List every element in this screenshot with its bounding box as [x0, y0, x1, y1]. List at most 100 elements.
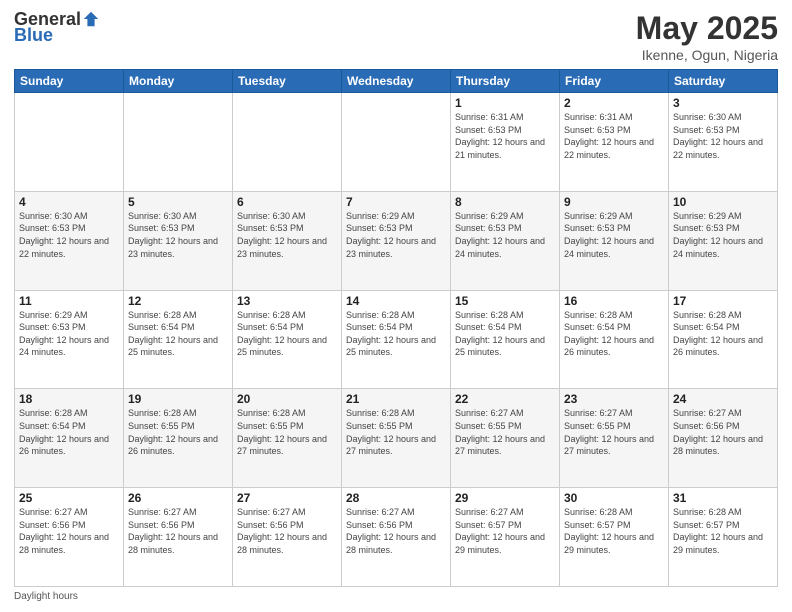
footer: Daylight hours: [14, 591, 778, 602]
day-info: Sunrise: 6:27 AMSunset: 6:57 PMDaylight:…: [455, 506, 555, 556]
day-number: 14: [346, 294, 446, 308]
day-number: 28: [346, 491, 446, 505]
day-number: 1: [455, 96, 555, 110]
calendar-cell: 22Sunrise: 6:27 AMSunset: 6:55 PMDayligh…: [451, 389, 560, 488]
day-number: 6: [237, 195, 337, 209]
day-number: 10: [673, 195, 773, 209]
calendar-cell: 7Sunrise: 6:29 AMSunset: 6:53 PMDaylight…: [342, 191, 451, 290]
day-info: Sunrise: 6:27 AMSunset: 6:56 PMDaylight:…: [237, 506, 337, 556]
calendar-cell: 16Sunrise: 6:28 AMSunset: 6:54 PMDayligh…: [560, 290, 669, 389]
calendar-week-3: 11Sunrise: 6:29 AMSunset: 6:53 PMDayligh…: [15, 290, 778, 389]
logo: General Blue: [14, 10, 100, 44]
day-info: Sunrise: 6:28 AMSunset: 6:54 PMDaylight:…: [346, 309, 446, 359]
day-number: 30: [564, 491, 664, 505]
calendar-cell: 8Sunrise: 6:29 AMSunset: 6:53 PMDaylight…: [451, 191, 560, 290]
calendar-cell: 31Sunrise: 6:28 AMSunset: 6:57 PMDayligh…: [669, 488, 778, 587]
day-number: 29: [455, 491, 555, 505]
day-info: Sunrise: 6:30 AMSunset: 6:53 PMDaylight:…: [237, 210, 337, 260]
day-info: Sunrise: 6:27 AMSunset: 6:55 PMDaylight:…: [564, 407, 664, 457]
day-number: 23: [564, 392, 664, 406]
day-info: Sunrise: 6:28 AMSunset: 6:55 PMDaylight:…: [128, 407, 228, 457]
calendar-cell: 30Sunrise: 6:28 AMSunset: 6:57 PMDayligh…: [560, 488, 669, 587]
calendar-cell: 2Sunrise: 6:31 AMSunset: 6:53 PMDaylight…: [560, 93, 669, 192]
calendar-header-friday: Friday: [560, 70, 669, 93]
day-number: 22: [455, 392, 555, 406]
calendar-cell: 18Sunrise: 6:28 AMSunset: 6:54 PMDayligh…: [15, 389, 124, 488]
day-info: Sunrise: 6:28 AMSunset: 6:54 PMDaylight:…: [673, 309, 773, 359]
day-number: 11: [19, 294, 119, 308]
calendar-cell: 28Sunrise: 6:27 AMSunset: 6:56 PMDayligh…: [342, 488, 451, 587]
daylight-label: Daylight hours: [14, 591, 78, 602]
calendar-cell: 25Sunrise: 6:27 AMSunset: 6:56 PMDayligh…: [15, 488, 124, 587]
day-info: Sunrise: 6:28 AMSunset: 6:54 PMDaylight:…: [237, 309, 337, 359]
calendar-cell: 15Sunrise: 6:28 AMSunset: 6:54 PMDayligh…: [451, 290, 560, 389]
title-area: May 2025 Ikenne, Ogun, Nigeria: [636, 10, 778, 63]
title-location: Ikenne, Ogun, Nigeria: [636, 47, 778, 63]
day-info: Sunrise: 6:28 AMSunset: 6:55 PMDaylight:…: [237, 407, 337, 457]
calendar-cell: 4Sunrise: 6:30 AMSunset: 6:53 PMDaylight…: [15, 191, 124, 290]
day-number: 26: [128, 491, 228, 505]
day-number: 7: [346, 195, 446, 209]
day-info: Sunrise: 6:29 AMSunset: 6:53 PMDaylight:…: [673, 210, 773, 260]
day-number: 4: [19, 195, 119, 209]
calendar-cell: [124, 93, 233, 192]
logo-blue: Blue: [14, 26, 100, 44]
day-number: 13: [237, 294, 337, 308]
calendar-header-tuesday: Tuesday: [233, 70, 342, 93]
day-number: 9: [564, 195, 664, 209]
day-number: 8: [455, 195, 555, 209]
day-info: Sunrise: 6:31 AMSunset: 6:53 PMDaylight:…: [564, 111, 664, 161]
day-number: 20: [237, 392, 337, 406]
day-info: Sunrise: 6:28 AMSunset: 6:54 PMDaylight:…: [128, 309, 228, 359]
calendar-week-5: 25Sunrise: 6:27 AMSunset: 6:56 PMDayligh…: [15, 488, 778, 587]
calendar-cell: 20Sunrise: 6:28 AMSunset: 6:55 PMDayligh…: [233, 389, 342, 488]
day-info: Sunrise: 6:28 AMSunset: 6:54 PMDaylight:…: [455, 309, 555, 359]
calendar-cell: 17Sunrise: 6:28 AMSunset: 6:54 PMDayligh…: [669, 290, 778, 389]
day-number: 16: [564, 294, 664, 308]
day-info: Sunrise: 6:27 AMSunset: 6:56 PMDaylight:…: [673, 407, 773, 457]
day-info: Sunrise: 6:27 AMSunset: 6:56 PMDaylight:…: [19, 506, 119, 556]
day-info: Sunrise: 6:28 AMSunset: 6:57 PMDaylight:…: [564, 506, 664, 556]
day-number: 15: [455, 294, 555, 308]
day-info: Sunrise: 6:30 AMSunset: 6:53 PMDaylight:…: [128, 210, 228, 260]
calendar-cell: 21Sunrise: 6:28 AMSunset: 6:55 PMDayligh…: [342, 389, 451, 488]
day-info: Sunrise: 6:29 AMSunset: 6:53 PMDaylight:…: [19, 309, 119, 359]
calendar-header-saturday: Saturday: [669, 70, 778, 93]
day-info: Sunrise: 6:28 AMSunset: 6:54 PMDaylight:…: [19, 407, 119, 457]
day-number: 17: [673, 294, 773, 308]
day-number: 27: [237, 491, 337, 505]
calendar-header-row: SundayMondayTuesdayWednesdayThursdayFrid…: [15, 70, 778, 93]
calendar-cell: 9Sunrise: 6:29 AMSunset: 6:53 PMDaylight…: [560, 191, 669, 290]
day-info: Sunrise: 6:28 AMSunset: 6:54 PMDaylight:…: [564, 309, 664, 359]
calendar-header-wednesday: Wednesday: [342, 70, 451, 93]
calendar-cell: 13Sunrise: 6:28 AMSunset: 6:54 PMDayligh…: [233, 290, 342, 389]
calendar-cell: 27Sunrise: 6:27 AMSunset: 6:56 PMDayligh…: [233, 488, 342, 587]
calendar-cell: [233, 93, 342, 192]
calendar-cell: 11Sunrise: 6:29 AMSunset: 6:53 PMDayligh…: [15, 290, 124, 389]
calendar-cell: [15, 93, 124, 192]
day-info: Sunrise: 6:29 AMSunset: 6:53 PMDaylight:…: [455, 210, 555, 260]
calendar-cell: 23Sunrise: 6:27 AMSunset: 6:55 PMDayligh…: [560, 389, 669, 488]
calendar-cell: 24Sunrise: 6:27 AMSunset: 6:56 PMDayligh…: [669, 389, 778, 488]
header: General Blue May 2025 Ikenne, Ogun, Nige…: [14, 10, 778, 63]
calendar-cell: [342, 93, 451, 192]
calendar-cell: 10Sunrise: 6:29 AMSunset: 6:53 PMDayligh…: [669, 191, 778, 290]
day-info: Sunrise: 6:27 AMSunset: 6:56 PMDaylight:…: [346, 506, 446, 556]
day-number: 25: [19, 491, 119, 505]
day-info: Sunrise: 6:29 AMSunset: 6:53 PMDaylight:…: [346, 210, 446, 260]
day-number: 5: [128, 195, 228, 209]
day-number: 21: [346, 392, 446, 406]
calendar-week-1: 1 Sunrise: 6:31 AMSunset: 6:53 PMDaylight…: [15, 93, 778, 192]
calendar-header-monday: Monday: [124, 70, 233, 93]
day-number: 18: [19, 392, 119, 406]
calendar-week-2: 4Sunrise: 6:30 AMSunset: 6:53 PMDaylight…: [15, 191, 778, 290]
calendar-cell: 12Sunrise: 6:28 AMSunset: 6:54 PMDayligh…: [124, 290, 233, 389]
day-info: Sunrise: 6:30 AMSunset: 6:53 PMDaylight:…: [19, 210, 119, 260]
calendar-week-4: 18Sunrise: 6:28 AMSunset: 6:54 PMDayligh…: [15, 389, 778, 488]
day-info: Sunrise: 6:30 AMSunset: 6:53 PMDaylight:…: [673, 111, 773, 161]
calendar: SundayMondayTuesdayWednesdayThursdayFrid…: [14, 69, 778, 587]
calendar-cell: 5Sunrise: 6:30 AMSunset: 6:53 PMDaylight…: [124, 191, 233, 290]
calendar-cell: 29Sunrise: 6:27 AMSunset: 6:57 PMDayligh…: [451, 488, 560, 587]
day-info: Sunrise: 6:27 AMSunset: 6:56 PMDaylight:…: [128, 506, 228, 556]
day-number: 19: [128, 392, 228, 406]
